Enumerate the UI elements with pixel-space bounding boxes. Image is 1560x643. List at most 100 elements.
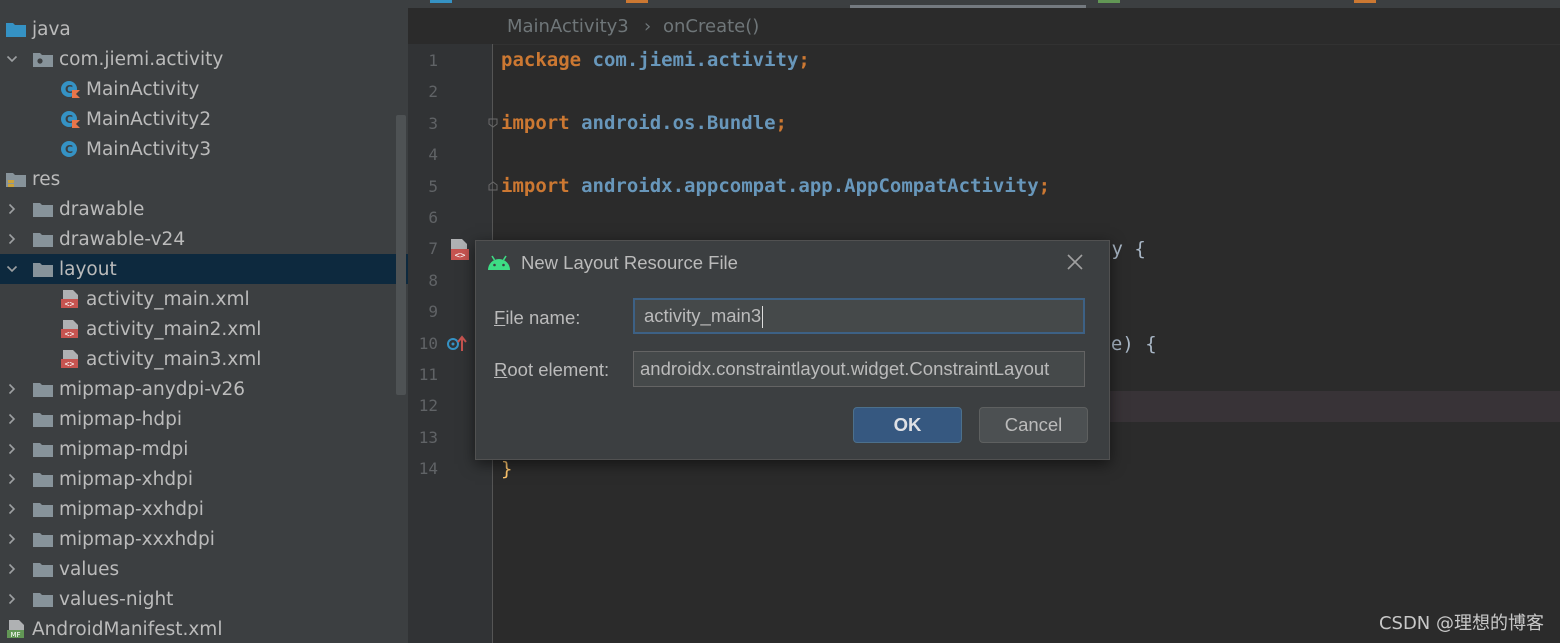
tree-item[interactable]: MF AndroidManifest.xml (0, 614, 408, 643)
project-tree-panel: java com.jiemi.activity C MainActivity C Main… (0, 0, 408, 643)
line-number: 12 (418, 396, 438, 416)
line-number: 10 (418, 333, 438, 353)
tree-item-label: com.jiemi.activity (59, 48, 224, 70)
chevron-down-icon[interactable] (6, 263, 18, 275)
ok-button[interactable]: OK (853, 407, 962, 443)
tree-item[interactable]: <> activity_main2.xml (0, 314, 408, 344)
tree-item-label: values (59, 558, 120, 580)
chevron-right-icon[interactable] (6, 503, 18, 515)
root-element-label: Root element: (494, 359, 609, 381)
tree-item-label: AndroidManifest.xml (32, 618, 223, 640)
chevron-right-icon[interactable] (6, 203, 18, 215)
breadcrumb-method[interactable]: onCreate() (663, 16, 759, 37)
fold-marker-icon[interactable] (488, 181, 498, 191)
tree-item[interactable]: <> activity_main3.xml (0, 344, 408, 374)
chevron-right-icon[interactable] (6, 233, 18, 245)
chevron-right-icon[interactable] (6, 473, 18, 485)
tree-item-label: values-night (59, 588, 174, 610)
dialog-title: New Layout Resource File (521, 252, 738, 273)
fold-marker-icon[interactable] (488, 118, 498, 128)
override-method-gutter-icon[interactable] (446, 334, 468, 354)
chevron-right-icon[interactable] (6, 563, 18, 575)
tree-item[interactable]: java (0, 14, 408, 44)
chevron-right-icon[interactable] (6, 533, 18, 545)
code-line-3[interactable]: import android.os.Bundle; (501, 108, 787, 139)
tab-icon-3 (1098, 0, 1120, 3)
tree-item[interactable]: mipmap-xxxhdpi (0, 524, 408, 554)
tree-item-label: MainActivity2 (86, 108, 212, 130)
tree-item-label: mipmap-xxhdpi (59, 498, 204, 520)
tree-item-label: mipmap-xxxhdpi (59, 528, 215, 550)
keyword-token: import (501, 112, 570, 134)
tree-item[interactable]: mipmap-mdpi (0, 434, 408, 464)
breadcrumb: MainActivity3 › onCreate() (408, 8, 1560, 45)
root-element-label-text: oot element: (507, 359, 610, 380)
chevron-right-icon[interactable] (6, 593, 18, 605)
folder-icon (33, 563, 53, 577)
mnemonic-r: R (494, 359, 508, 380)
tree-item[interactable]: mipmap-anydpi-v26 (0, 374, 408, 404)
folder-icon (33, 233, 53, 247)
tree-scrollbar[interactable] (396, 115, 406, 395)
tree-item-label: layout (59, 258, 117, 280)
package-token: android.os.Bundle (569, 112, 776, 134)
tree-item[interactable]: mipmap-xxhdpi (0, 494, 408, 524)
tree-item-label: drawable-v24 (59, 228, 186, 250)
line-number: 8 (428, 270, 438, 290)
tree-item-label: activity_main3.xml (86, 348, 262, 370)
folder-icon (33, 533, 53, 547)
tree-item[interactable]: mipmap-xhdpi (0, 464, 408, 494)
code-line-5[interactable]: import androidx.appcompat.app.AppCompatA… (501, 171, 1050, 202)
line-number: 3 (428, 113, 438, 133)
tree-item[interactable]: drawable (0, 194, 408, 224)
line-number: 11 (418, 365, 438, 384)
folder-icon (33, 443, 53, 457)
layout-file-gutter-icon[interactable]: <> (448, 238, 470, 262)
tree-item[interactable]: mipmap-hdpi (0, 404, 408, 434)
file-name-input[interactable]: activity_main3 (633, 298, 1085, 334)
tree-item[interactable]: C MainActivity2 (0, 104, 408, 134)
tree-item[interactable]: values-night (0, 584, 408, 614)
tree-item[interactable]: values (0, 554, 408, 584)
tree-item[interactable]: com.jiemi.activity (0, 44, 408, 74)
chevron-right-icon[interactable] (6, 443, 18, 455)
folder-icon (33, 413, 53, 427)
tree-item-label: java (32, 18, 71, 40)
line-number: 14 (418, 459, 438, 479)
tree-item[interactable]: C MainActivity3 (0, 134, 408, 164)
line-number: 6 (428, 208, 438, 227)
package-icon (33, 53, 53, 67)
chevron-down-icon[interactable] (6, 53, 18, 65)
tree-item[interactable]: layout (0, 254, 408, 284)
tree-item[interactable]: drawable-v24 (0, 224, 408, 254)
chevron-right-icon[interactable] (6, 383, 18, 395)
watermark: CSDN @理想的博客 (1378, 613, 1544, 634)
chevron-right-icon[interactable] (6, 413, 18, 425)
tree-item[interactable]: C MainActivity (0, 74, 408, 104)
file-name-value: activity_main3 (644, 305, 762, 326)
tree-item[interactable]: res (0, 164, 408, 194)
svg-text:C: C (65, 113, 73, 126)
new-layout-resource-dialog: New Layout Resource File File name: acti… (475, 240, 1110, 460)
java-class-icon: C (61, 141, 77, 157)
tree-item[interactable]: <> activity_main.xml (0, 284, 408, 314)
manifest-file-icon: MF (7, 620, 24, 639)
editor-tab-strip[interactable] (408, 0, 1560, 9)
folder-icon (33, 263, 53, 277)
mnemonic-f: F (494, 307, 506, 328)
svg-text:<>: <> (455, 251, 466, 261)
line-number: 9 (428, 302, 438, 322)
breadcrumb-class[interactable]: MainActivity3 (507, 16, 629, 37)
line-number: 4 (428, 145, 438, 165)
svg-text:<>: <> (65, 360, 75, 369)
tree-item-label: activity_main.xml (86, 288, 250, 310)
layout-file-icon: <> (61, 320, 78, 339)
tree-item-label: MainActivity (86, 78, 200, 100)
cancel-button[interactable]: Cancel (979, 407, 1088, 443)
tree-item-label: mipmap-mdpi (59, 438, 189, 460)
code-line-1[interactable]: package com.jiemi.activity; (501, 45, 810, 76)
folder-icon (33, 383, 53, 397)
root-element-input[interactable]: androidx.constraintlayout.widget.Constra… (633, 351, 1085, 387)
src-folder-icon (6, 23, 26, 37)
close-icon[interactable] (1066, 253, 1084, 271)
